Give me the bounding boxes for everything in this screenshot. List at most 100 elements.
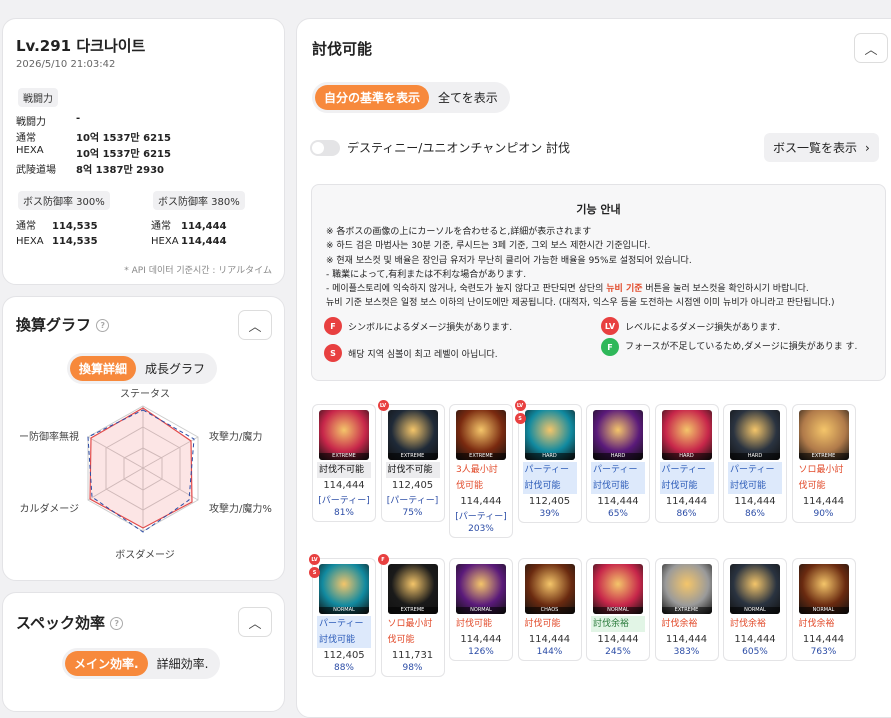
tab-show-all[interactable]: 全てを表示: [429, 85, 507, 110]
boss-card[interactable]: EXTREME 3人最小討 伐可能 114,444 [パーティー] 203%: [449, 404, 513, 538]
boss-image[interactable]: EXTREME: [387, 410, 438, 460]
toggle-knob: [312, 142, 324, 154]
boss-status: 討伐不可能: [385, 462, 440, 478]
boss-card[interactable]: HARD パーティー 討伐可能 114,444 65%: [586, 404, 650, 523]
boss-status-line1: 討伐可能: [524, 619, 561, 629]
boss-card[interactable]: HARD パーティー 討伐可能 114,444 86%: [723, 404, 787, 523]
badge-f-icon: F: [377, 554, 389, 565]
character-title: Lv.291 다크나이트: [16, 37, 146, 55]
profile-card: Lv.291 다크나이트 2026/5/10 21:03:42 戦闘力 戦闘力 -…: [2, 18, 285, 285]
value: 114,444: [181, 236, 227, 247]
boss-card[interactable]: HARD パーティー 討伐可能 112,405 39% LV S: [514, 400, 582, 523]
axis-top: ステータス: [120, 388, 170, 400]
boss-status-line1: パーティー: [593, 465, 638, 475]
boss-power: 112,405: [391, 480, 434, 491]
boss-status-line1: パーティー: [319, 619, 364, 629]
info-line: 뉴비 기준 보스컷은 일정 보스 이하의 난이도에만 제공됩니다. (대적자, …: [326, 298, 835, 309]
boss-status: 討伐可能: [454, 616, 508, 632]
boss-status-line1: 討伐不可能: [319, 465, 365, 475]
boss-image[interactable]: EXTREME: [798, 410, 849, 460]
boss-card[interactable]: HARD パーティー 討伐可能 114,444 86%: [654, 404, 719, 523]
boss-percent: 126%: [468, 647, 494, 657]
boss-status-line1: 討伐可能: [456, 619, 493, 629]
boss-status-line2: 討伐可能: [730, 481, 767, 491]
spec-title-text: スペック効率: [16, 614, 105, 632]
boss-difficulty: CHAOS: [524, 607, 575, 614]
tab-detail-efficiency[interactable]: 詳細効率.: [148, 651, 218, 676]
boss-image[interactable]: NORMAL: [593, 564, 643, 614]
boss-card[interactable]: EXTREME ソロ最小討 伐可能 114,444 90%: [791, 404, 856, 523]
boss-image[interactable]: HARD: [593, 410, 643, 460]
boss-percent: 98%: [402, 663, 423, 673]
graph-tabs: 換算詳細 成長グラフ: [67, 353, 218, 384]
boss-image[interactable]: HARD: [730, 410, 780, 460]
boss-card[interactable]: NORMAL 討伐余裕 114,444 605%: [723, 558, 787, 661]
boss-card[interactable]: NORMAL 討伐余裕 114,444 245%: [586, 558, 650, 661]
tab-my-standard[interactable]: 自分の基準を表示: [315, 85, 430, 110]
boss-card[interactable]: NORMAL 討伐余裕 114,444 763%: [791, 558, 856, 661]
boss-power: 114,444: [734, 496, 776, 507]
boss-image[interactable]: NORMAL: [319, 564, 369, 614]
boss-image[interactable]: NORMAL: [456, 564, 506, 614]
label: HEXA: [151, 236, 179, 247]
boss-image[interactable]: EXTREME: [456, 410, 506, 460]
boss-percent: 81%: [333, 508, 354, 518]
boss-power: 114,444: [734, 634, 776, 645]
boss-difficulty: EXTREME: [319, 453, 369, 460]
boss-image[interactable]: HARD: [524, 410, 575, 460]
boss-percent: 763%: [810, 647, 837, 657]
boss-status-line1: 討伐不可能: [387, 465, 433, 475]
tab-growth-graph[interactable]: 成長グラフ: [136, 356, 214, 381]
info-line: - 메이플스토리에 익숙하지 않거나, 숙련도가 높지 않다고 판단되면 상단의…: [326, 282, 885, 296]
collapse-button[interactable]: ︿: [238, 607, 272, 637]
boss-image[interactable]: CHAOS: [524, 564, 575, 614]
graph-title-text: 換算グラフ: [16, 316, 92, 334]
collapse-button[interactable]: ︿: [854, 33, 888, 63]
boss-card[interactable]: CHAOS 討伐可能 114,444 144%: [517, 558, 582, 661]
info-box: 기능 안내 ※ 各ボスの画像の上にカーソルを合わせると,詳細が表示されます ※ …: [311, 184, 886, 381]
boss-percent: 605%: [742, 647, 768, 657]
tab-main-efficiency[interactable]: メイン効率.: [65, 651, 148, 676]
spec-card: スペック効率 ? ︿ メイン効率. 詳細効率.: [2, 592, 285, 712]
boss-status: 討伐余裕: [659, 616, 714, 632]
boss-difficulty: EXTREME: [798, 453, 849, 460]
boss-power: 114,444: [802, 496, 845, 507]
boss-image[interactable]: HARD: [661, 410, 712, 460]
newbie-highlight: 뉴비 기준: [606, 284, 643, 295]
help-icon[interactable]: ?: [110, 617, 124, 630]
boss-difficulty: HARD: [593, 453, 643, 460]
axis-br: 攻撃力/魔力%: [209, 502, 272, 515]
boss-card[interactable]: EXTREME 討伐余裕 114,444 383%: [654, 558, 719, 661]
destiny-toggle[interactable]: [310, 140, 340, 156]
timestamp: 2026/5/10 21:03:42: [16, 59, 116, 70]
boss-image[interactable]: EXTREME: [661, 564, 712, 614]
boss-image[interactable]: NORMAL: [730, 564, 780, 614]
boss-image[interactable]: EXTREME: [387, 564, 438, 614]
boss-card[interactable]: EXTREME ソロ最小討 伐可能 111,731 98% F: [377, 554, 445, 677]
boss-percent: 75%: [402, 508, 423, 518]
chevron-up-icon: ︿: [248, 319, 262, 335]
badge-lv-icon: LV: [514, 400, 526, 411]
boss-card[interactable]: NORMAL パーティー 討伐可能 112,405 88% LV S: [309, 554, 376, 677]
boss-list-button[interactable]: ボス一覧を表示 ›: [764, 133, 879, 162]
boss-difficulty: HARD: [730, 453, 780, 460]
stat-label: 通常: [16, 133, 36, 144]
help-icon[interactable]: ?: [96, 319, 110, 332]
boss-card[interactable]: EXTREME 討伐不可能 112,405 [パーティー] 75% LV: [377, 400, 445, 522]
legend-text: フォースが不足しているため,ダメージに損失がありま す.: [625, 341, 858, 352]
boss-card[interactable]: NORMAL 討伐可能 114,444 126%: [449, 558, 513, 661]
boss-image[interactable]: NORMAL: [798, 564, 849, 614]
boss-status: パーティー 討伐可能: [728, 462, 782, 494]
tab-conversion-detail[interactable]: 換算詳細: [70, 356, 137, 381]
stat-value: 10억 1537만 6215: [76, 149, 171, 160]
boss-status-line1: ソロ最小討: [798, 465, 844, 475]
boss-image[interactable]: EXTREME: [319, 410, 369, 460]
boss-status: パーティー 討伐可能: [591, 462, 645, 494]
boss-card[interactable]: EXTREME 討伐不可能 114,444 [パーティー] 81%: [312, 404, 376, 522]
collapse-button[interactable]: ︿: [238, 310, 272, 340]
boss-percent: 245%: [605, 647, 631, 657]
axis-bottom: ボスダメージ: [115, 548, 175, 561]
badge-lv-icon: LV: [601, 317, 619, 335]
boss-power: 114,444: [802, 634, 845, 645]
badge-s-icon: S: [324, 344, 342, 362]
